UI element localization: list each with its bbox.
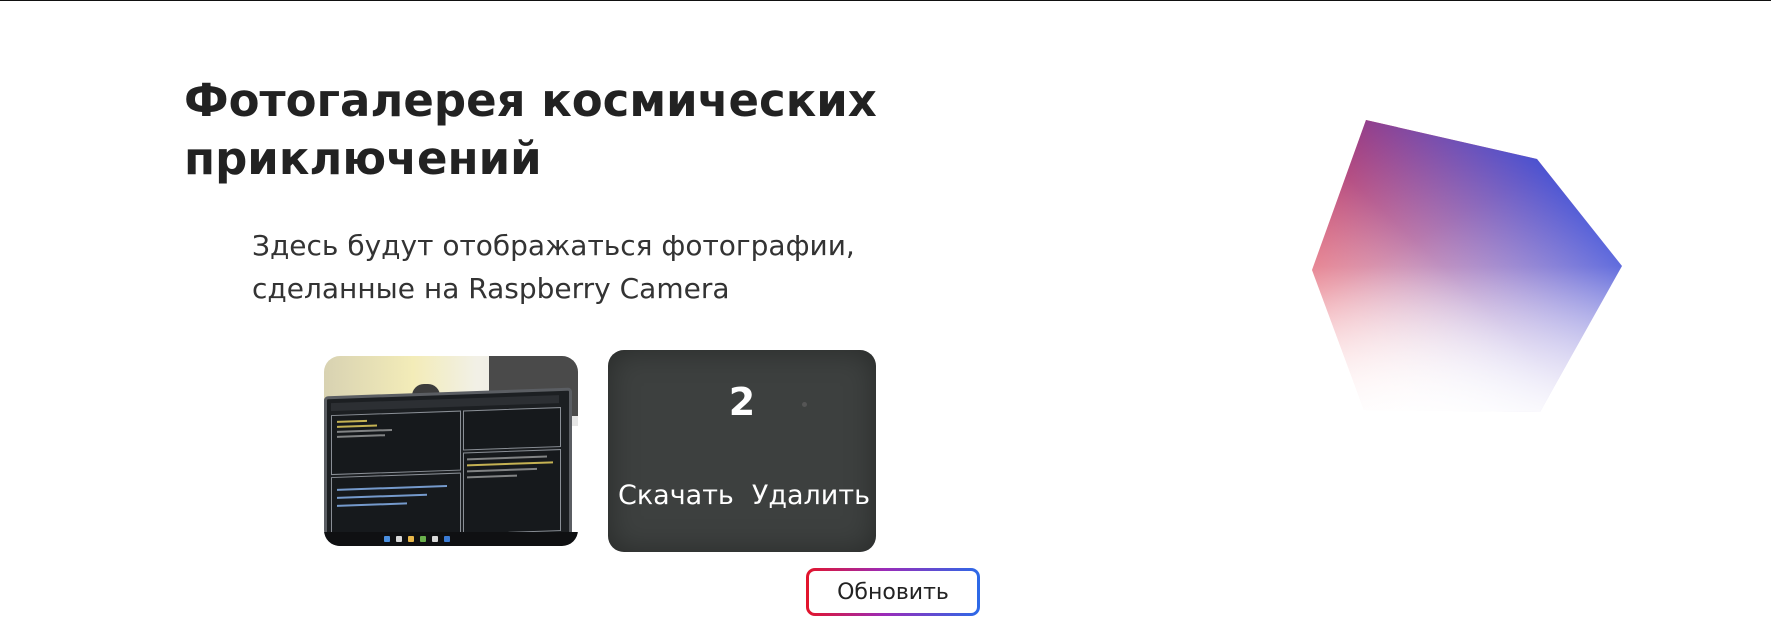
photo-card-1[interactable] <box>324 356 578 546</box>
page-subtitle: Здесь будут отображаться фотографии, сде… <box>252 229 855 305</box>
page-title: Фотогалерея космических приключений <box>184 74 877 185</box>
taskbar-icon <box>420 536 426 542</box>
screen-side-panel <box>463 407 561 451</box>
hexagon-decoration <box>1312 120 1622 412</box>
taskbar-icon <box>396 536 402 542</box>
delete-button[interactable]: Удалить <box>752 480 870 511</box>
refresh-button[interactable]: Обновить <box>809 571 977 613</box>
page: Фотогалерея космических приключений Здес… <box>0 0 1771 633</box>
taskbar-icon <box>444 536 450 542</box>
laptop-screen-image <box>324 387 572 546</box>
photo-taskbar <box>324 532 578 546</box>
photo-card-2[interactable]: 2 Скачать Удалить <box>608 350 876 552</box>
download-button[interactable]: Скачать <box>618 480 734 511</box>
photo-number: 2 <box>728 380 756 424</box>
photo-gallery: 2 Скачать Удалить <box>324 350 884 560</box>
refresh-button-border: Обновить <box>806 568 980 616</box>
taskbar-icon <box>408 536 414 542</box>
taskbar-icon <box>432 536 438 542</box>
photo-actions: Скачать Удалить <box>608 480 876 511</box>
top-border <box>0 0 1771 1</box>
taskbar-icon <box>384 536 390 542</box>
